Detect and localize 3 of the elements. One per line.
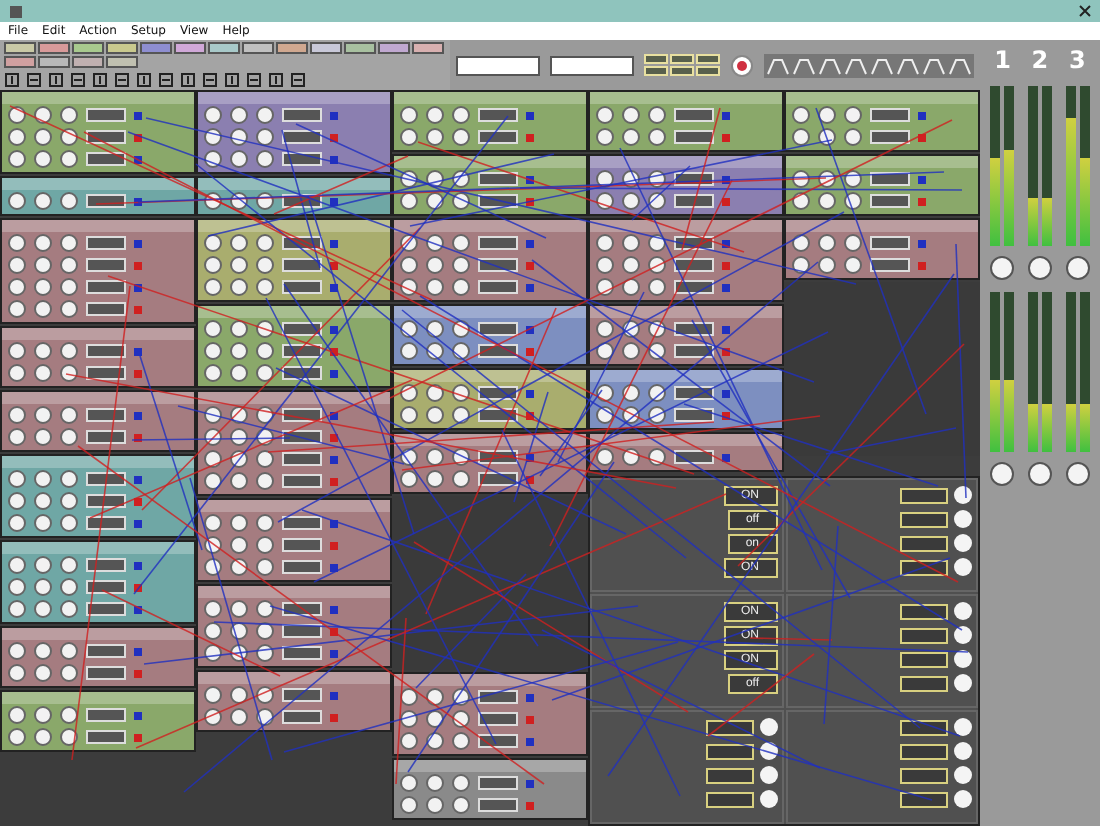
channel-number: 2 xyxy=(1031,46,1049,74)
channel-number: 1 xyxy=(994,46,1011,74)
channel-number: 3 xyxy=(1068,46,1086,74)
